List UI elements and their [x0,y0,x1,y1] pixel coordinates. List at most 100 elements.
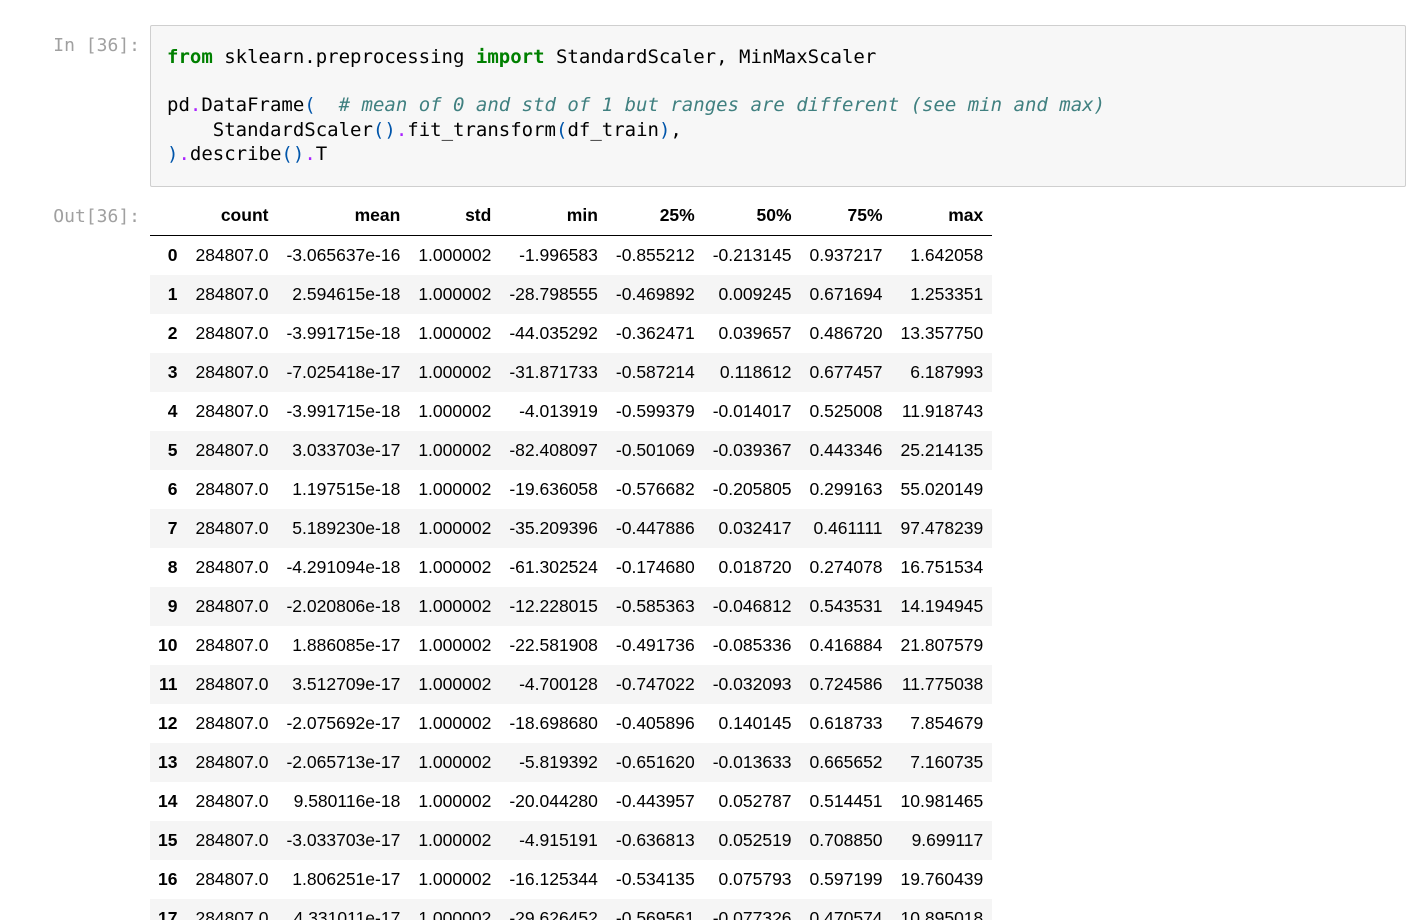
table-row: 9 284807.0 -2.020806e-18 1.000002 -12.228015… [150,587,993,626]
table-cell: 1.000002 [418,362,492,382]
table-cell: 16.751534 [900,557,984,577]
table-cell: 10.981465 [900,791,984,811]
table-cell: -0.569561 [615,908,695,920]
table-cell: -82.408097 [509,440,598,460]
table-cell: 0.461111 [813,518,883,538]
table-cell: 0.018720 [718,557,792,577]
table-row: 10 284807.0 1.886085e-17 1.000002 -22.581908… [150,626,993,665]
table-cell: -7.025418e-17 [286,362,401,382]
table-cell: 1.000002 [418,635,492,655]
table-cell: -16.125344 [509,869,598,889]
table-cell: 5.189230e-18 [292,518,401,538]
out-prompt: Out[36]: [53,206,140,227]
table-cell: -0.039367 [712,440,792,460]
table-cell: -18.698680 [509,713,598,733]
table-row: 6 284807.0 1.197515e-18 1.000002 -19.636058-… [150,470,993,509]
table-cell: 284807.0 [195,284,269,304]
table-cell: -0.747022 [615,674,695,694]
table-cell: -0.501069 [615,440,695,460]
code-argument: df_train [567,118,659,141]
table-cell: -0.585363 [615,596,695,616]
row-index: 9 [167,596,178,616]
row-index: 15 [158,830,178,850]
code-editor[interactable]: from sklearn.preprocessing import Standa… [167,45,1105,166]
table-cell: 3.033703e-17 [292,440,401,460]
table-row: 14 284807.0 9.580116e-18 1.000002 -20.044280… [150,782,993,821]
table-cell: 55.020149 [900,479,984,499]
table-cell: -20.044280 [509,791,598,811]
code-operator: . [304,142,316,165]
table-cell: -2.075692e-17 [286,713,401,733]
table-cell: 284807.0 [195,674,269,694]
code-import-name: StandardScaler [544,46,717,68]
row-index: 12 [158,713,178,733]
table-cell: 2.594615e-18 [292,284,401,304]
table-cell: -0.077326 [712,908,792,920]
table-cell: -5.819392 [519,752,598,772]
code-import-name: MinMaxScaler [727,46,877,68]
table-cell: -22.581908 [509,635,598,655]
code-comma: , [670,118,682,141]
table-cell: -0.085336 [712,635,792,655]
code-operator: . [178,142,190,165]
table-cell: 13.357750 [900,323,984,343]
code-input-area[interactable]: from sklearn.preprocessing import Standa… [150,25,1406,187]
code-paren: ( [304,94,316,117]
row-index: 13 [158,752,178,772]
code-paren: ) [167,142,179,165]
column-header: 50% [703,195,801,236]
row-index: 16 [158,869,178,889]
row-index: 14 [158,791,178,811]
output-area: count mean std min 25% 50% 75% max 0 284807.0 -3.… [150,195,993,920]
table-cell: -4.915191 [519,830,598,850]
column-header: min [500,195,607,236]
table-cell: -0.213145 [712,245,792,265]
table-cell: 0.032417 [718,518,792,538]
table-cell: -3.991715e-18 [286,323,401,343]
table-cell: 284807.0 [195,362,269,382]
table-body: 0 284807.0 -3.065637e-16 1.000002 -1.996583-… [150,235,993,920]
table-cell: 284807.0 [195,791,269,811]
table-cell: -0.576682 [615,479,695,499]
table-cell: -0.599379 [615,401,695,421]
code-keyword-from: from [167,46,213,68]
table-row: 8 284807.0 -4.291094e-18 1.000002 -61.302524… [150,548,993,587]
table-cell: 0.039657 [718,323,792,343]
table-cell: 1.000002 [418,596,492,616]
code-attribute: T [315,142,328,165]
table-cell: 7.854679 [910,713,984,733]
table-cell: 9.699117 [911,830,984,850]
table-cell: 10.895018 [900,908,984,920]
table-cell: 1.253351 [910,284,984,304]
code-operator: . [189,94,202,117]
table-cell: 97.478239 [900,518,984,538]
table-cell: -3.991715e-18 [286,401,401,421]
table-cell: 11.918743 [901,401,984,421]
table-cell: 0.724586 [809,674,883,694]
column-header: mean [277,195,410,236]
row-index: 0 [167,245,178,265]
table-cell: 0.009245 [718,284,792,304]
column-header: max [891,195,993,236]
table-cell: 0.937217 [809,245,883,265]
table-cell: 1.000002 [418,830,492,850]
table-row: 13 284807.0 -2.065713e-17 1.000002 -5.819392… [150,743,993,782]
table-row: 16 284807.0 1.806251e-17 1.000002 -16.125344… [150,860,993,899]
table-cell: -0.443957 [615,791,695,811]
table-cell: 0.416884 [809,635,883,655]
table-cell: 284807.0 [195,479,269,499]
table-cell: -28.798555 [509,284,598,304]
code-paren: () [281,142,305,165]
table-cell: -0.651620 [615,752,695,772]
table-cell: -0.491736 [615,635,695,655]
table-cell: -0.855212 [615,245,695,265]
table-cell: -4.700128 [519,674,598,694]
table-cell: 0.118612 [719,362,792,382]
table-cell: 284807.0 [195,401,269,421]
table-cell: 0.052787 [718,791,792,811]
table-cell: 0.140145 [718,713,792,733]
table-cell: 284807.0 [195,245,269,265]
table-cell: 1.886085e-17 [292,635,401,655]
code-paren: ( [555,118,568,141]
table-cell: 284807.0 [195,440,269,460]
